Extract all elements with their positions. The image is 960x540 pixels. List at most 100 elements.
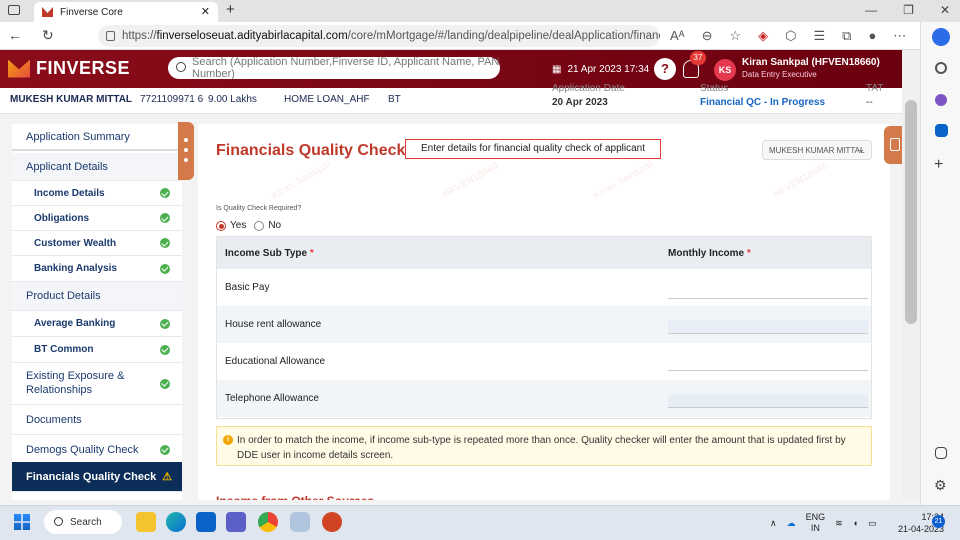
sidebar-item-application-summary[interactable]: Application Summary [12,124,182,151]
sidebar-search-icon[interactable] [935,62,947,74]
edge-icon[interactable] [166,512,186,532]
sidebar-item-label: Obligations [34,212,89,224]
col-monthly-income: Monthly Income [668,247,745,259]
finverse-favicon-icon [42,7,53,17]
sidebar-item-average-banking[interactable]: Average Banking [12,311,182,337]
outlook-icon[interactable] [935,124,948,137]
chrome-icon[interactable] [258,512,278,532]
network-app-icon[interactable] [290,512,310,532]
add-sidebar-app-icon[interactable]: + [934,156,952,174]
tab-actions-icon[interactable] [8,5,20,15]
notification-center-badge[interactable]: 21 [932,515,945,528]
section-title-other-sources: Income from Other Sources [216,494,374,500]
wifi-icon[interactable]: ≋ [835,518,843,529]
file-explorer-icon[interactable] [136,512,156,532]
col-income-sub-type: Income Sub Type [225,247,308,259]
sidebar-item-banking-analysis[interactable]: Banking Analysis [12,256,182,282]
monthly-income-input[interactable] [668,357,868,371]
applicant-select-value: MUKESH KUMAR MITTAL [769,145,865,155]
sidebar-item-label: Applicant Details [26,160,108,173]
radio-no-label: No [268,220,282,231]
system-tray: ∧ ☁ ENG IN ≋ ◖ ▭ [770,512,877,534]
chevron-up-icon[interactable]: ∧ [770,518,777,529]
sidebar-item-label: BT Common [34,344,94,355]
edge-sidebar: + ⚙ [920,22,960,540]
sidebar-collapse-handle[interactable] [178,122,194,180]
summary-status: Financial QC - In Progress [700,97,826,108]
battery-icon[interactable]: ▭ [868,518,877,529]
table-row: House rent allowance [217,306,871,343]
powerpoint-icon[interactable] [322,512,342,532]
monthly-income-input[interactable] [668,320,868,334]
restore-icon[interactable]: ❐ [903,3,914,17]
sidebar: Application Summary Applicant Details In… [12,124,182,500]
browser-tab[interactable]: Finverse Core ✕ [34,2,218,22]
finverse-logo[interactable]: FINVERSE [8,58,130,79]
close-window-icon[interactable]: ✕ [940,3,950,17]
summary-tat-label: TAT [866,83,884,94]
outlook-app-icon[interactable] [196,512,216,532]
language-indicator[interactable]: ENG IN [806,512,826,534]
global-search-input[interactable]: Search (Application Number,Finverse ID, … [168,56,500,80]
sidebar-item-demogs-quality-check[interactable]: Demogs Quality Check [12,435,182,465]
monthly-income-input[interactable] [668,394,868,408]
favorite-star-icon[interactable]: ☆ [729,28,741,44]
income-table: Income Sub Type * Monthly Income * Basic… [216,236,872,419]
sidebar-item-existing-exposure[interactable]: Existing Exposure & Relationships [12,363,182,405]
extensions-icon[interactable]: ⬡ [785,28,796,44]
zoom-icon[interactable]: ⊖ [702,28,713,44]
volume-icon[interactable]: ◖ [853,518,858,528]
summary-amount: 9.00 Lakhs [208,94,257,105]
sidebar-item-customer-wealth[interactable]: Customer Wealth [12,231,182,256]
page-title: Financials Quality Check [216,142,406,159]
sidebar-item-applicant-details[interactable]: Applicant Details [12,153,182,181]
radio-yes-label: Yes [230,220,247,231]
scrollbar-thumb[interactable] [905,100,917,324]
bing-icon[interactable] [932,28,950,46]
check-icon [160,344,170,355]
sidebar-item-product-details[interactable]: Product Details [12,282,182,311]
radio-yes[interactable] [216,220,226,231]
tab-title: Finverse Core [60,6,123,18]
summary-product: HOME LOAN_AHF [284,94,370,105]
sidebar-item-bt-common[interactable]: BT Common [12,337,182,363]
sidebar-layout-icon[interactable] [935,447,947,459]
summary-tat: -- [866,97,873,108]
shield-extension-icon[interactable]: ◈ [758,28,768,44]
sidebar-item-income-details[interactable]: Income Details [12,181,182,206]
new-tab-button[interactable]: + [226,1,235,18]
sidebar-item-label: Existing Exposure & Relationships [26,370,125,396]
user-name[interactable]: Kiran Sankpal (HFVEN18660) [742,57,880,68]
settings-gear-icon[interactable]: ⚙ [934,477,952,495]
sidebar-item-obligations[interactable]: Obligations [12,206,182,231]
favorites-icon[interactable]: ☰ [813,28,825,44]
check-icon [160,213,170,223]
applicant-select[interactable]: MUKESH KUMAR MITTAL ⌄ [762,140,872,160]
collections-icon[interactable]: ⧉ [842,28,851,44]
info-note-text: In order to match the income, if income … [237,435,846,461]
taskbar-search[interactable]: Search [44,510,122,534]
read-aloud-icon[interactable]: Aᴬ [670,28,685,44]
sidebar-item-documents[interactable]: Documents [12,405,182,435]
onedrive-icon[interactable]: ☁ [787,518,796,529]
sidebar-item-label: Average Banking [34,318,116,329]
shopping-icon[interactable] [935,94,947,106]
refresh-icon[interactable]: ↻ [42,27,54,44]
nav-buttons: ← ↻ [8,27,54,44]
help-icon[interactable]: ? [654,58,676,80]
monthly-income-input[interactable] [668,285,868,299]
sidebar-item-label: Product Details [26,290,101,302]
avatar[interactable]: KS [714,59,736,81]
summary-type: BT [388,94,401,105]
minimize-icon[interactable]: — [865,3,877,17]
teams-icon[interactable] [226,512,246,532]
radio-no[interactable] [254,220,265,231]
sidebar-item-financials-quality-check[interactable]: Financials Quality Check ⚠ [12,462,182,492]
back-icon[interactable]: ← [8,27,22,44]
sidebar-item-label: Income Details [34,187,105,199]
profile-icon[interactable]: ● [868,28,876,44]
url-field[interactable]: https://finverseloseuat.adityabirlacapit… [98,25,660,47]
more-icon[interactable]: ⋯ [893,28,906,44]
sidebar-item-label: Documents [26,413,82,426]
close-tab-icon[interactable]: ✕ [201,5,210,18]
